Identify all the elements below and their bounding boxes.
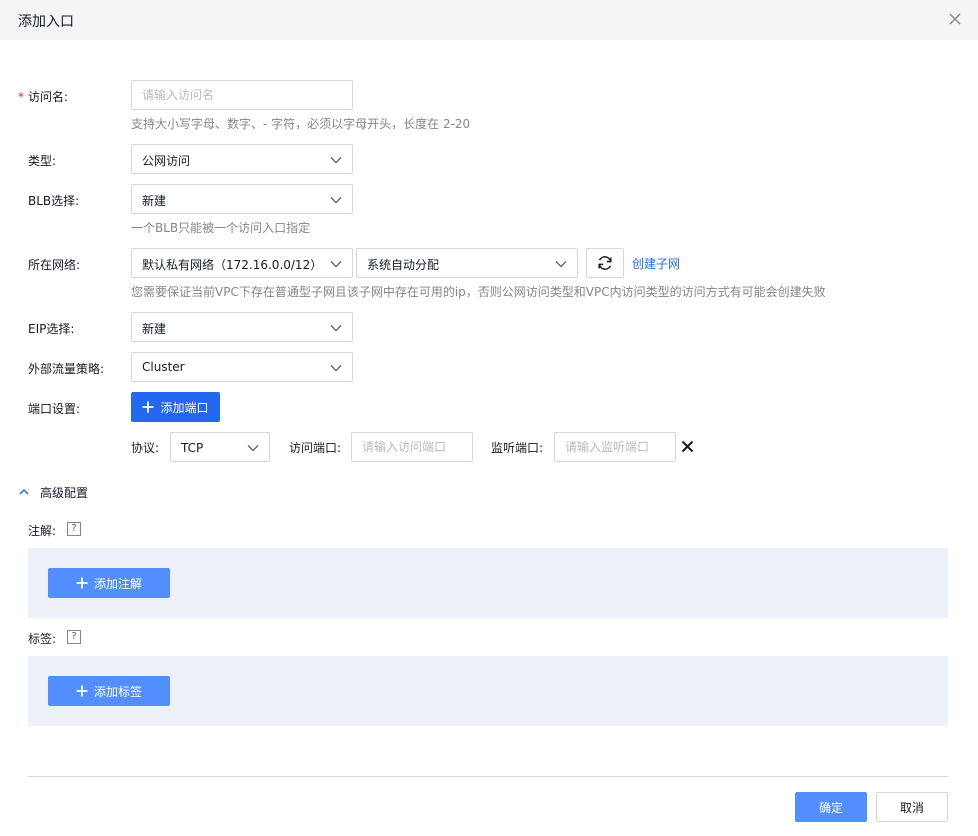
add-port-button[interactable]: 添加端口 xyxy=(131,392,220,422)
plus-icon xyxy=(76,685,88,697)
ports-label: 端口设置: xyxy=(28,402,81,416)
confirm-button[interactable]: 确定 xyxy=(795,792,867,822)
tags-help-icon[interactable]: ? xyxy=(67,630,81,644)
add-tag-button[interactable]: 添加标签 xyxy=(48,676,170,706)
eip-select[interactable]: 新建 xyxy=(131,312,353,342)
protocol-select-value: TCP xyxy=(181,441,204,455)
name-label-text: 访问名: xyxy=(28,90,69,104)
close-icon[interactable] xyxy=(946,10,964,28)
type-select[interactable]: 公网访问 xyxy=(131,144,353,174)
protocol-select[interactable]: TCP xyxy=(170,432,270,462)
vpc-select[interactable]: 默认私有网络（172.16.0.0/12） xyxy=(131,248,353,278)
chevron-up-icon xyxy=(19,488,29,495)
chevron-down-icon xyxy=(330,157,342,164)
name-hint: 支持大小写字母、数字、- 字符，必须以字母开头，长度在 2-20 xyxy=(131,117,471,131)
eip-select-value: 新建 xyxy=(142,322,167,336)
footer-divider xyxy=(28,776,948,777)
dialog-header: 添加入口 xyxy=(0,0,978,40)
listen-port-label: 监听端口: xyxy=(491,441,544,455)
chevron-down-icon xyxy=(555,261,567,268)
name-label: * 访问名: xyxy=(18,88,68,105)
network-hint: 您需要保证当前VPC下存在普通型子网且该子网中存在可用的ip，否则公网访问类型和… xyxy=(131,285,826,299)
access-port-label: 访问端口: xyxy=(289,441,342,455)
annotations-label: 注解: xyxy=(28,524,57,538)
listen-port-input[interactable] xyxy=(554,432,676,462)
type-label: 类型: xyxy=(28,154,57,168)
required-mark: * xyxy=(18,90,24,104)
blb-label: BLB选择: xyxy=(28,194,80,208)
plus-icon xyxy=(76,577,88,589)
eip-label: EIP选择: xyxy=(28,322,75,336)
type-select-value: 公网访问 xyxy=(142,154,191,168)
subnet-select[interactable]: 系统自动分配 xyxy=(356,248,578,278)
remove-port-icon[interactable] xyxy=(681,440,694,453)
add-tag-button-label: 添加标签 xyxy=(93,684,142,699)
subnet-select-value: 系统自动分配 xyxy=(367,258,440,272)
traffic-policy-value: Cluster xyxy=(142,360,185,374)
protocol-label: 协议: xyxy=(131,441,160,455)
blb-select-value: 新建 xyxy=(142,194,167,208)
tags-label: 标签: xyxy=(28,632,57,646)
dialog-title: 添加入口 xyxy=(18,14,74,30)
annotations-help-icon[interactable]: ? xyxy=(67,522,81,536)
add-annotation-button-label: 添加注解 xyxy=(93,576,142,591)
chevron-down-icon xyxy=(330,365,342,372)
chevron-down-icon xyxy=(247,445,259,452)
traffic-policy-label: 外部流量策略: xyxy=(28,362,105,376)
advanced-toggle-label: 高级配置 xyxy=(40,485,89,500)
plus-icon xyxy=(142,401,154,413)
create-subnet-link[interactable]: 创建子网 xyxy=(632,255,680,272)
add-port-button-label: 添加端口 xyxy=(160,400,209,415)
access-port-input[interactable] xyxy=(351,432,473,462)
network-label: 所在网络: xyxy=(28,258,81,272)
blb-hint: 一个BLB只能被一个访问入口指定 xyxy=(131,221,311,235)
cancel-button[interactable]: 取消 xyxy=(876,792,948,822)
name-input[interactable] xyxy=(131,80,353,110)
chevron-down-icon xyxy=(330,325,342,332)
chevron-down-icon xyxy=(330,197,342,204)
refresh-button[interactable] xyxy=(586,248,624,278)
add-annotation-button[interactable]: 添加注解 xyxy=(48,568,170,598)
chevron-down-icon xyxy=(330,261,342,268)
vpc-select-value: 默认私有网络（172.16.0.0/12） xyxy=(142,258,323,272)
traffic-policy-select[interactable]: Cluster xyxy=(131,352,353,382)
advanced-toggle[interactable]: 高级配置 xyxy=(18,484,88,500)
blb-select[interactable]: 新建 xyxy=(131,184,353,214)
refresh-icon xyxy=(598,256,612,270)
